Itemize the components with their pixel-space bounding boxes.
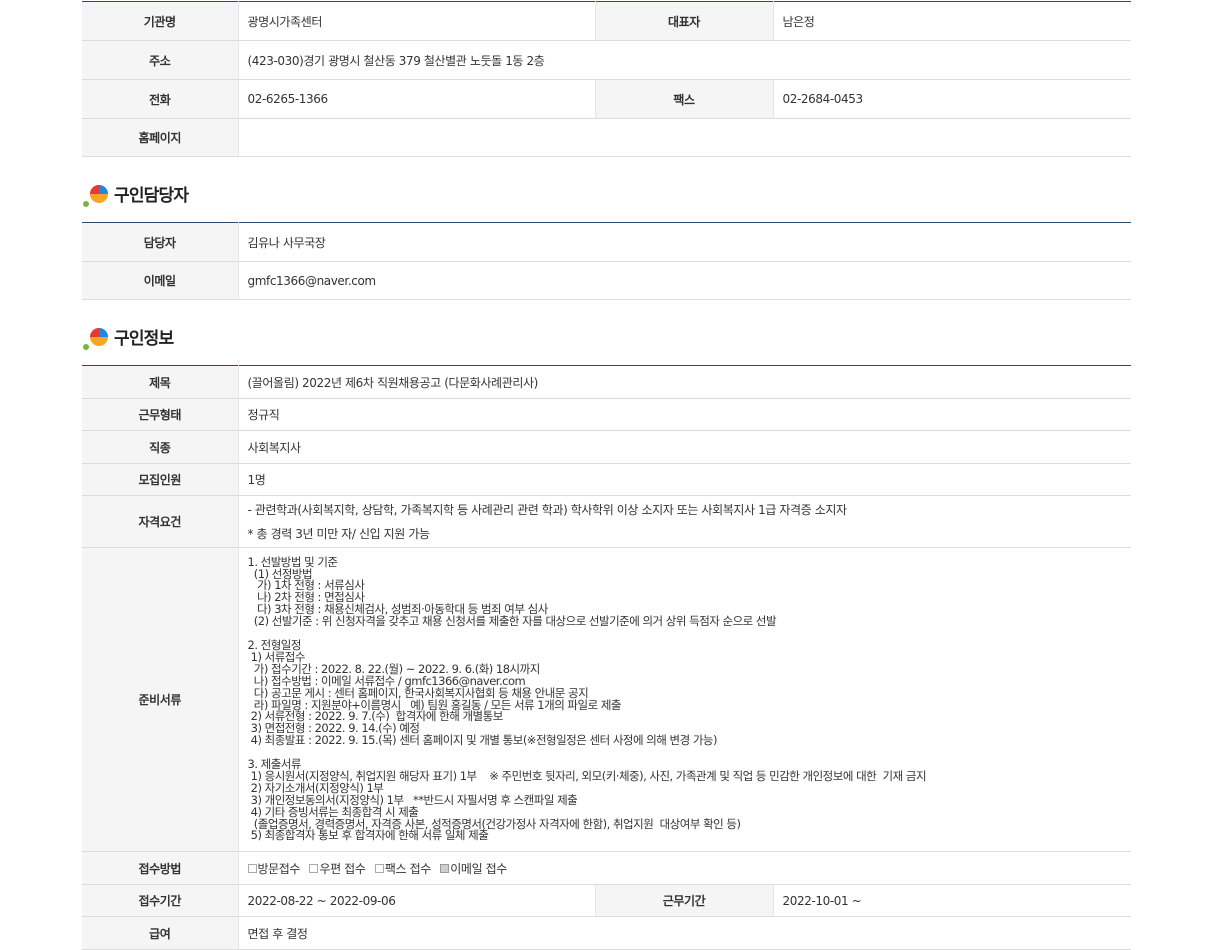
jobtype-label: 직종 [82,430,239,464]
method-fax[interactable]: 팩스 접수 [374,861,431,876]
period-label: 접수기간 [82,884,239,917]
phone: 02-6265-1366 [238,79,595,119]
address: (423-030)경기 광명시 철산동 379 철산별관 노둣돌 1동 2층 [238,40,1131,80]
jobtype: 사회복지사 [238,430,1131,464]
method-fax-label: 팩스 접수 [384,861,431,876]
homepage-label: 홈페이지 [82,118,239,157]
institution-name: 광명시가족센터 [238,1,595,41]
method-email-label: 이메일 접수 [450,861,507,876]
address-label: 주소 [82,40,239,80]
qualification-line-2: * 총 경력 3년 미만 자/ 신입 지원 가능 [247,526,431,541]
method-label: 접수방법 [82,851,239,885]
qualification-line-1: - 관련학과(사회복지학, 상담학, 가족복지학 등 사례관리 관련 학과) 학… [247,502,848,517]
manager-section-title: 구인담당자 [114,185,189,206]
method-visit[interactable]: 방문접수 [247,861,301,876]
method-options: 방문접수 우편 접수 팩스 접수 이메일 접수 [238,851,1131,885]
job-section-header: 구인정보 [82,321,174,351]
manager-info: 담당자 김유나 사무국장 이메일 gmfc1366@naver.com [82,222,1131,300]
workperiod-label: 근무기간 [594,884,774,917]
manager-email[interactable]: gmfc1366@naver.com [238,261,1131,300]
subject: (끌어올림) 2022년 제6차 직원채용공고 (다문화사례관리사) [238,365,1131,399]
method-mail-label: 우편 접수 [319,861,366,876]
period: 2022-08-22 ~ 2022-09-06 [238,884,595,917]
method-mail[interactable]: 우편 접수 [309,861,366,876]
method-fax-checkbox[interactable] [374,863,384,873]
worktype-label: 근무형태 [82,398,239,431]
manager-name: 김유나 사무국장 [238,222,1131,262]
headcount: 1명 [238,463,1131,496]
worktype: 정규직 [238,398,1131,431]
salary: 면접 후 결정 [238,916,1131,950]
fax: 02-2684-0453 [773,79,1131,119]
institution-name-label: 기관명 [82,1,239,41]
job-section-title: 구인정보 [114,328,174,349]
email-label: 이메일 [82,261,239,300]
subject-label: 제목 [82,365,239,399]
method-mail-checkbox[interactable] [309,863,319,873]
homepage[interactable] [238,118,1131,157]
manager-label: 담당자 [82,222,239,262]
manager-section-header: 구인담당자 [82,178,189,208]
workperiod: 2022-10-01 ~ [773,884,1131,917]
phone-label: 전화 [82,79,239,119]
qualification: - 관련학과(사회복지학, 상담학, 가족복지학 등 사례관리 관련 학과) 학… [238,495,1131,548]
salary-label: 급여 [82,916,239,950]
method-email-checkbox[interactable] [440,863,450,873]
section-logo-icon [82,323,110,350]
representative: 남은정 [773,1,1131,41]
documents: 1. 선발방법 및 기준 (1) 선정방법 가) 1차 전형 : 서류심사 나)… [238,547,1131,852]
documents-label: 준비서류 [82,547,239,852]
institution-info: 기관명 광명시가족센터 대표자 남은정 주소 (423-030)경기 광명시 철… [82,1,1131,157]
method-visit-label: 방문접수 [257,861,301,876]
section-logo-icon [82,180,110,207]
headcount-label: 모집인원 [82,463,239,496]
method-email[interactable]: 이메일 접수 [440,862,507,876]
representative-label: 대표자 [594,1,774,41]
qualification-label: 자격요건 [82,495,239,548]
fax-label: 팩스 [594,79,774,119]
job-info: 제목 (끌어올림) 2022년 제6차 직원채용공고 (다문화사례관리사) 근무… [82,365,1131,950]
method-visit-checkbox[interactable] [247,863,257,873]
